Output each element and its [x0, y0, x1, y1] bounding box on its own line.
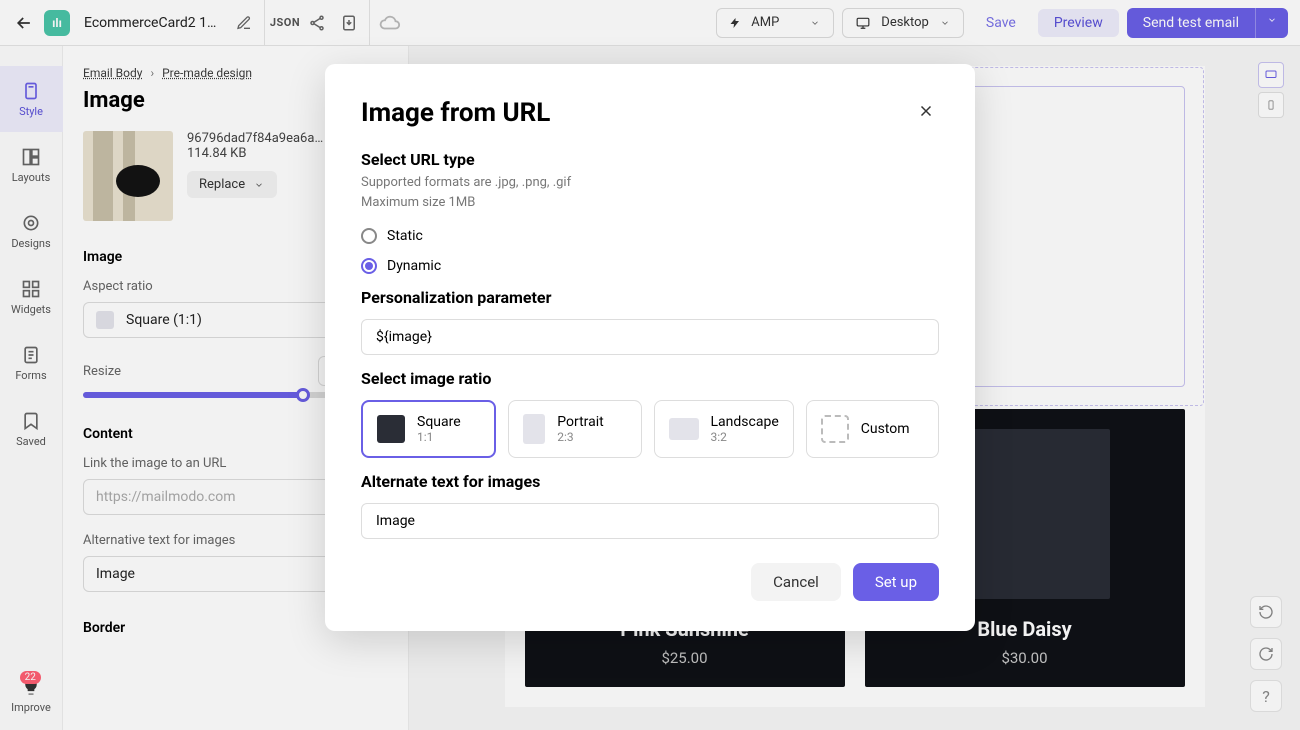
ratio-portrait[interactable]: Portrait2:3	[508, 400, 641, 458]
radio-icon	[361, 228, 377, 244]
url-type-hint: Supported formats are .jpg, .png, .gif M…	[361, 173, 939, 212]
portrait-swatch-icon	[523, 414, 545, 444]
image-from-url-modal: Image from URL Select URL type Supported…	[325, 64, 975, 631]
radio-static[interactable]: Static	[361, 228, 939, 244]
close-icon	[917, 102, 935, 120]
close-button[interactable]	[913, 98, 939, 124]
url-type-heading: Select URL type	[361, 150, 939, 169]
radio-dynamic[interactable]: Dynamic	[361, 258, 939, 274]
personalization-heading: Personalization parameter	[361, 288, 939, 307]
personalization-input[interactable]	[361, 319, 939, 355]
ratio-sub: 1:1	[417, 430, 461, 444]
ratio-custom[interactable]: Custom	[806, 400, 939, 458]
modal-overlay: Image from URL Select URL type Supported…	[0, 0, 1300, 730]
ratio-heading: Select image ratio	[361, 369, 939, 388]
square-swatch-icon	[377, 415, 405, 443]
ratio-sub: 2:3	[557, 430, 603, 444]
set-up-button[interactable]: Set up	[853, 563, 939, 601]
cancel-button[interactable]: Cancel	[751, 563, 841, 601]
modal-title: Image from URL	[361, 98, 550, 128]
radio-icon	[361, 258, 377, 274]
radio-label: Static	[387, 228, 423, 244]
ratio-sub: 3:2	[711, 430, 779, 444]
ratio-landscape[interactable]: Landscape3:2	[654, 400, 794, 458]
ratio-name: Landscape	[711, 414, 779, 430]
ratio-name: Custom	[861, 421, 910, 437]
radio-label: Dynamic	[387, 258, 441, 274]
landscape-swatch-icon	[669, 418, 699, 440]
ratio-name: Square	[417, 414, 461, 430]
modal-alt-text-input[interactable]	[361, 503, 939, 539]
alt-text-heading: Alternate text for images	[361, 472, 939, 491]
ratio-name: Portrait	[557, 414, 603, 430]
custom-swatch-icon	[821, 415, 849, 443]
ratio-square[interactable]: Square1:1	[361, 400, 496, 458]
